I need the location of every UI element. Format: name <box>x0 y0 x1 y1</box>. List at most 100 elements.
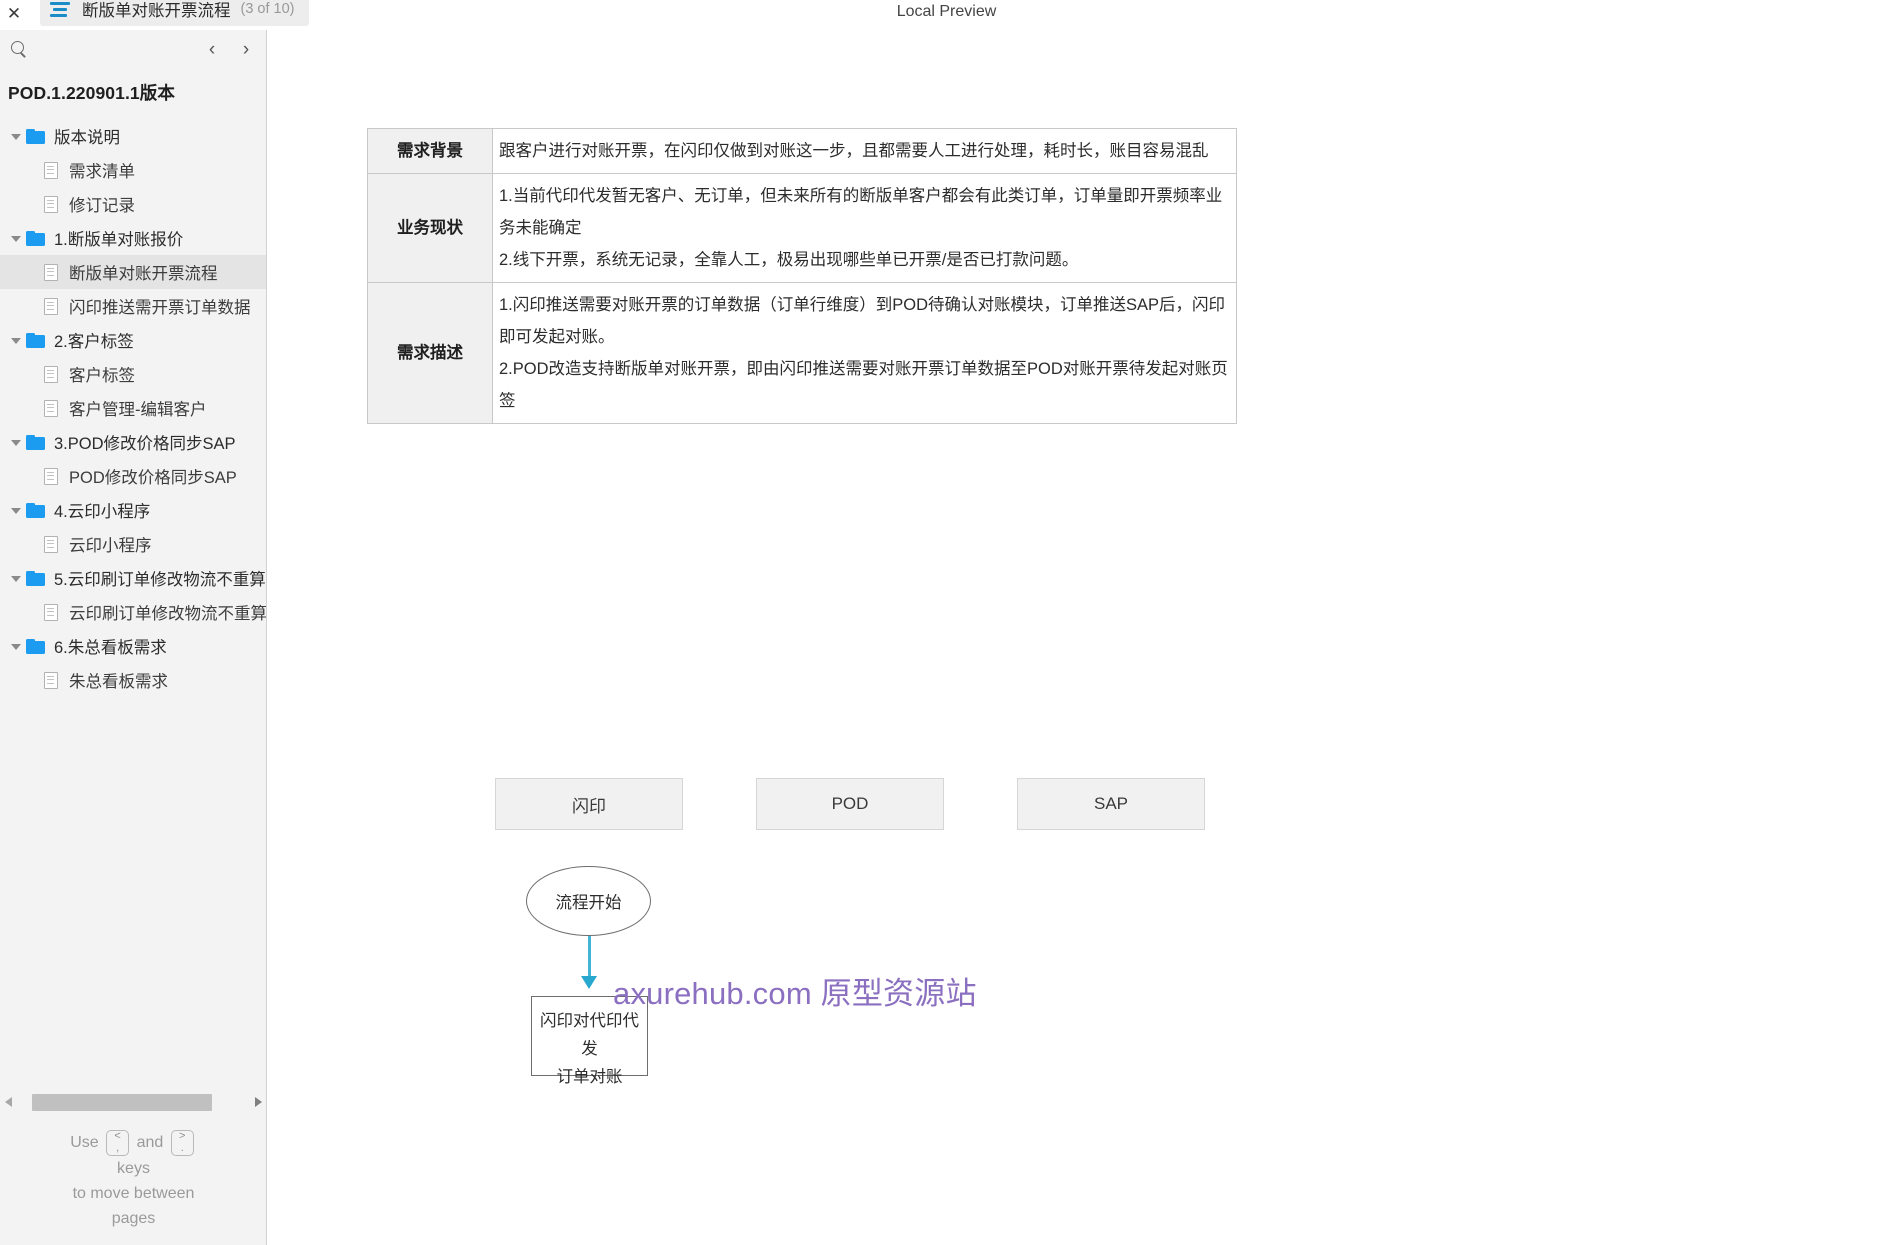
tree-item-9[interactable]: 3.POD修改价格同步SAP <box>0 425 266 459</box>
tree-item-label: 1.断版单对账报价 <box>54 231 184 249</box>
tree-item-15[interactable]: 6.朱总看板需求 <box>0 629 266 663</box>
close-icon[interactable]: ✕ <box>3 2 25 24</box>
prev-page-button[interactable]: ‹ <box>202 38 222 60</box>
tree-item-label: 版本说明 <box>54 129 120 147</box>
chevron-down-icon[interactable] <box>8 570 24 586</box>
page-tab[interactable]: 断版单对账开票流程 (3 of 10) <box>40 0 309 26</box>
tree-item-10[interactable]: POD修改价格同步SAP <box>0 459 266 493</box>
chevron-down-icon[interactable] <box>8 638 24 654</box>
prev-key-cap: <, <box>106 1130 130 1156</box>
tree-item-16[interactable]: 朱总看板需求 <box>0 663 266 697</box>
folder-icon <box>26 502 45 518</box>
page-icon <box>44 161 58 179</box>
requirement-line: 1.闪印推送需要对账开票的订单数据（订单行维度）到POD待确认对账模块，订单推送… <box>499 296 1226 346</box>
sidebar-horizontal-scrollbar[interactable] <box>0 1089 266 1115</box>
tree-item-label: 断版单对账开票流程 <box>69 265 218 283</box>
tree-item-label: 4.云印小程序 <box>54 503 151 521</box>
tree-item-14[interactable]: 云印刷订单修改物流不重算 <box>0 595 266 629</box>
next-page-button[interactable]: › <box>236 38 256 60</box>
table-row: 需求背景 跟客户进行对账开票，在闪印仅做到对账这一步，且都需要人工进行处理，耗时长… <box>367 128 1237 174</box>
lane-header-1: POD <box>756 778 944 830</box>
watermark: axurehub.com 原型资源站 <box>613 976 977 1011</box>
tree-item-3[interactable]: 1.断版单对账报价 <box>0 221 266 255</box>
tree-item-label: 6.朱总看板需求 <box>54 639 167 657</box>
sidebar-header: ‹ › <box>0 30 266 68</box>
tree-item-2[interactable]: 修订记录 <box>0 187 266 221</box>
folder-icon <box>26 434 45 450</box>
tree-item-8[interactable]: 客户管理-编辑客户 <box>0 391 266 425</box>
lane-header-2: SAP <box>1017 778 1205 830</box>
tree-item-label: 闪印推送需开票订单数据 <box>69 299 251 317</box>
folder-icon <box>26 638 45 654</box>
chevron-down-icon[interactable] <box>8 230 24 246</box>
hint-and-label: and <box>136 1134 164 1152</box>
tree-item-5[interactable]: 闪印推送需开票订单数据 <box>0 289 266 323</box>
search-icon[interactable] <box>10 40 28 58</box>
tree-item-label: 需求清单 <box>69 163 135 181</box>
page-icon <box>44 297 58 315</box>
tree-item-label: 客户管理-编辑客户 <box>69 401 207 419</box>
tab-title: 断版单对账开票流程 <box>82 2 231 20</box>
hint-keys-label: keys <box>117 1160 150 1177</box>
tree-item-12[interactable]: 云印小程序 <box>0 527 266 561</box>
tree-item-label: 朱总看板需求 <box>69 673 168 691</box>
chevron-down-icon[interactable] <box>8 502 24 518</box>
page-icon <box>44 195 58 213</box>
flow-process-line: 闪印对代印代发 <box>540 1012 639 1058</box>
folder-icon <box>26 230 45 246</box>
tree-item-label: 2.客户标签 <box>54 333 134 351</box>
page-icon <box>44 603 58 621</box>
tree-item-label: 3.POD修改价格同步SAP <box>54 435 236 453</box>
next-key-cap: >. <box>170 1130 194 1156</box>
scroll-track[interactable] <box>22 1093 245 1111</box>
requirement-value: 1.当前代印代发暂无客户、无订单，但未来所有的断版单客户都会有此类订单，订单量即… <box>492 173 1237 283</box>
flow-process-node: 闪印对代印代发订单对账 <box>531 996 648 1086</box>
page-nav-arrows: ‹ › <box>202 38 256 60</box>
tree-item-7[interactable]: 客户标签 <box>0 357 266 391</box>
chevron-down-icon[interactable] <box>8 128 24 144</box>
requirement-line: 2.POD改造支持断版单对账开票，即由闪印推送需要对账开票订单数据至POD对账开… <box>499 360 1228 410</box>
tree-item-label: 云印刷订单修改物流不重算 <box>69 605 267 623</box>
hint-use-label: Use <box>70 1134 99 1152</box>
hint-line3: to move between <box>72 1185 195 1202</box>
requirement-value: 1.闪印推送需要对账开票的订单数据（订单行维度）到POD待确认对账模块，订单推送… <box>492 282 1237 424</box>
requirement-line: 跟客户进行对账开票，在闪印仅做到对账这一步，且都需要人工进行处理，耗时长，账目容… <box>499 142 1209 160</box>
scroll-left-arrow-icon[interactable] <box>0 1093 18 1111</box>
tree-item-label: 客户标签 <box>69 367 135 385</box>
tree-item-label: 修订记录 <box>69 197 135 215</box>
tree-item-label: 5.云印刷订单修改物流不重算 <box>54 571 266 589</box>
tree-item-1[interactable]: 需求清单 <box>0 153 266 187</box>
scroll-right-arrow-icon[interactable] <box>249 1093 266 1111</box>
hint-line4: pages <box>111 1210 156 1227</box>
tree-item-13[interactable]: 5.云印刷订单修改物流不重算 <box>0 561 266 595</box>
requirement-table: 需求背景 跟客户进行对账开票，在闪印仅做到对账这一步，且都需要人工进行处理，耗时长… <box>367 128 1237 424</box>
tree-item-0[interactable]: 版本说明 <box>0 119 266 153</box>
page-icon <box>44 399 58 417</box>
keyboard-hint: Use <, and >. keys to move between pages <box>0 1130 266 1231</box>
page-icon <box>44 365 58 383</box>
folder-icon <box>26 332 45 348</box>
requirement-line: 1.当前代印代发暂无客户、无订单，但未来所有的断版单客户都会有此类订单，订单量即… <box>499 187 1223 237</box>
requirement-line: 2.线下开票，系统无记录，全靠人工，极易出现哪些单已开票/是否已打款问题。 <box>499 251 1079 269</box>
scroll-thumb[interactable] <box>32 1093 212 1111</box>
requirement-label: 需求背景 <box>367 128 493 174</box>
page-icon <box>44 263 58 281</box>
folder-icon <box>26 570 45 586</box>
tree-item-label: POD修改价格同步SAP <box>69 469 237 487</box>
tree-item-label: 云印小程序 <box>69 537 152 555</box>
folder-icon <box>26 128 45 144</box>
tree-item-11[interactable]: 4.云印小程序 <box>0 493 266 527</box>
page-tree: 版本说明需求清单修订记录 1.断版单对账报价断版单对账开票流程闪印推送需开票订单数… <box>0 119 266 697</box>
chevron-down-icon[interactable] <box>8 332 24 348</box>
tree-item-4[interactable]: 断版单对账开票流程 <box>0 255 266 289</box>
sidebar: ‹ › POD.1.220901.1版本 版本说明 需求清单 修订记录 1.断版单对账… <box>0 30 267 1245</box>
table-row: 需求描述 1.闪印推送需要对账开票的订单数据（订单行维度）到POD待确认对账模块，… <box>367 282 1237 424</box>
page-icon <box>44 671 58 689</box>
lane-header-0: 闪印 <box>495 778 683 830</box>
tree-item-6[interactable]: 2.客户标签 <box>0 323 266 357</box>
chevron-down-icon[interactable] <box>8 434 24 450</box>
page-icon <box>44 535 58 553</box>
outline-list-icon <box>50 0 72 19</box>
flow-process-line: 订单对账 <box>556 1068 623 1086</box>
table-row: 业务现状 1.当前代印代发暂无客户、无订单，但未来所有的断版单客户都会有此类订单，… <box>367 173 1237 283</box>
